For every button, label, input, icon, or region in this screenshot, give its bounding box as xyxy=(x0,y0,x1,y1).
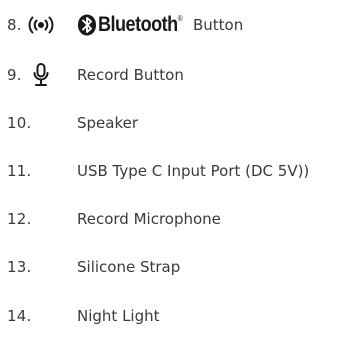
list-item-night-light: 14. Night Light xyxy=(0,296,364,336)
radio-waves-icon xyxy=(26,5,56,45)
item-label: Record Microphone xyxy=(77,210,221,228)
item-number: 13. xyxy=(7,258,32,276)
list-item-speaker: 10. Speaker xyxy=(0,103,364,143)
list-item-record-microphone: 12. Record Microphone xyxy=(0,199,364,239)
list-item-bluetooth-button: 8. Bluetooth® Button xyxy=(0,5,364,45)
item-number: 9. xyxy=(7,66,22,84)
item-label: Night Light xyxy=(77,307,160,325)
item-label: Record Button xyxy=(77,66,184,84)
list-item-record-button: 9. Record Button xyxy=(0,55,364,95)
item-label: USB Type C Input Port (DC 5V)) xyxy=(77,162,310,180)
item-number: 8. xyxy=(7,16,22,34)
item-label: Button xyxy=(193,16,244,34)
bluetooth-wordmark: Bluetooth® xyxy=(98,13,183,36)
item-number: 10. xyxy=(7,114,32,132)
list-item-silicone-strap: 13. Silicone Strap xyxy=(0,247,364,287)
item-label: Speaker xyxy=(77,114,139,132)
item-number: 14. xyxy=(7,307,32,325)
item-number: 11. xyxy=(7,162,32,180)
parts-list: 8. Bluetooth® Button 9. Record Button 10… xyxy=(0,0,364,353)
bluetooth-icon xyxy=(77,5,97,45)
item-label: Silicone Strap xyxy=(77,258,181,276)
microphone-icon xyxy=(33,55,49,95)
item-number: 12. xyxy=(7,210,32,228)
list-item-usb-port: 11. USB Type C Input Port (DC 5V)) xyxy=(0,151,364,191)
